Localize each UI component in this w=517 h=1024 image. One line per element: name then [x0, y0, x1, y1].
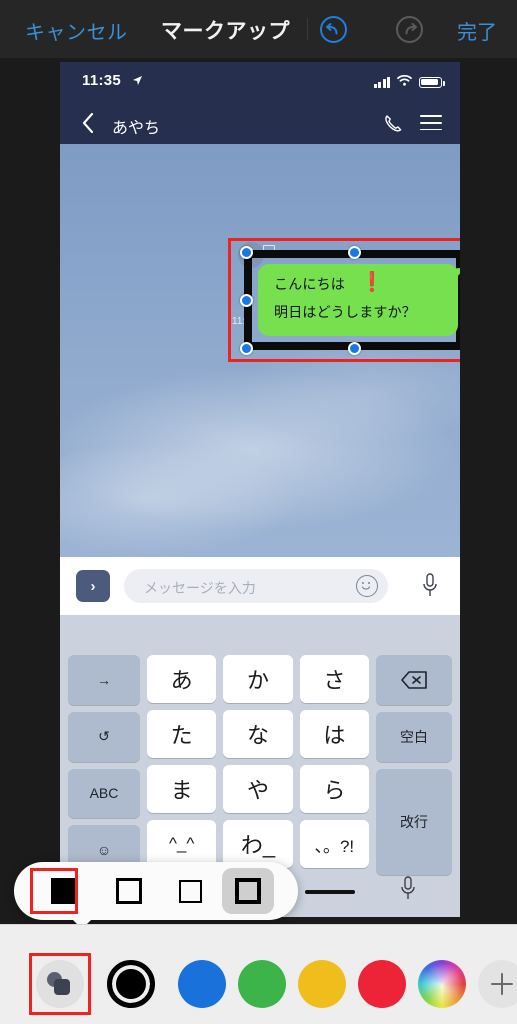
page-title: マークアップ	[161, 20, 290, 43]
cellular-signal-icon	[373, 76, 390, 88]
color-swatch-yellow[interactable]	[298, 960, 346, 1008]
key-ha[interactable]: は	[299, 710, 369, 758]
keyboard-row: ま や ら	[147, 765, 369, 813]
add-color-button[interactable]	[478, 960, 517, 1008]
key-space[interactable]: 空白	[376, 712, 452, 762]
contact-name: あやち	[112, 120, 161, 137]
keyboard-right-column: 空白 改行	[376, 655, 452, 875]
screenshot-canvas[interactable]: 11:35 あやち 11: こんにちは ❗ 明日はどうしますか？ › メッセージ…	[60, 62, 460, 917]
shape-option-outline-square-thick[interactable]	[103, 868, 155, 914]
color-swatch-red[interactable]	[358, 960, 406, 1008]
key-kaomoji[interactable]: ^_^	[147, 820, 217, 868]
key-ra[interactable]: ら	[299, 765, 369, 813]
key-undo[interactable]: ↺	[68, 711, 140, 762]
redo-icon[interactable]	[396, 16, 423, 43]
keyboard-kana-grid: あ か さ た な は ま や ら ^_^ わ_ 、。?!	[147, 655, 369, 875]
keyboard-row: ^_^ わ_ 、。?!	[147, 820, 369, 868]
cancel-button[interactable]: キャンセル	[25, 16, 128, 45]
toolbar-divider	[307, 18, 308, 40]
status-time: 11:35	[82, 72, 122, 89]
line-weight-indicator[interactable]	[305, 890, 355, 894]
key-a[interactable]: あ	[147, 655, 217, 703]
keyboard-row: た な は	[147, 710, 369, 758]
color-toolbar	[0, 924, 517, 1024]
message-input-field[interactable]: メッセージを入力	[124, 569, 388, 603]
key-ya[interactable]: や	[223, 765, 293, 813]
double-square-icon	[235, 878, 261, 904]
chat-message-area: 11: こんにちは ❗ 明日はどうしますか？	[60, 144, 460, 557]
shape-option-outline-square-thin[interactable]	[164, 868, 216, 914]
microphone-icon[interactable]	[400, 876, 416, 907]
chat-nav-bar: あやち	[60, 104, 460, 144]
keyboard-row: あ か さ	[147, 655, 369, 703]
done-button[interactable]: 完了	[457, 16, 497, 45]
key-wa[interactable]: わ_	[223, 820, 293, 868]
shape-option-double-square[interactable]	[222, 868, 274, 914]
key-abc[interactable]: ABC	[68, 768, 140, 819]
key-arrow-right[interactable]: →	[68, 655, 140, 705]
key-enter[interactable]: 改行	[376, 769, 452, 875]
status-indicators	[373, 73, 445, 91]
key-ma[interactable]: ま	[147, 765, 217, 813]
battery-icon	[419, 76, 445, 88]
keyboard-left-column: → ↺ ABC ☺	[68, 655, 140, 875]
outline-square-icon	[116, 878, 142, 904]
plus-icon	[491, 973, 513, 995]
smiley-face-icon[interactable]	[356, 575, 378, 597]
markup-toolbar: キャンセル マークアップ 完了	[0, 0, 517, 58]
key-sa[interactable]: さ	[299, 655, 369, 703]
key-backspace[interactable]	[376, 655, 452, 705]
phone-status-bar: 11:35	[60, 62, 460, 104]
phone-handset-icon[interactable]	[383, 113, 404, 139]
wifi-icon	[397, 73, 412, 91]
message-input-placeholder: メッセージを入力	[144, 580, 256, 596]
color-swatch-black[interactable]	[107, 960, 155, 1008]
key-punctuation[interactable]: 、。?!	[299, 820, 369, 868]
hamburger-menu-icon[interactable]	[420, 115, 442, 135]
outline-square-thin-icon	[178, 879, 202, 903]
color-swatch-blue[interactable]	[178, 960, 226, 1008]
chevron-left-icon[interactable]	[82, 112, 95, 139]
markup-editor-screen: キャンセル マークアップ 完了 11:35 あやち 11: こんにちは ❗ 明日…	[0, 0, 517, 1024]
message-input-bar: › メッセージを入力	[60, 557, 460, 615]
selection-highlight-frame	[228, 238, 460, 362]
popover-highlight-frame	[30, 868, 78, 914]
key-ka[interactable]: か	[223, 655, 293, 703]
undo-icon[interactable]	[320, 16, 347, 43]
style-button-highlight-frame	[29, 953, 91, 1015]
color-wheel-button[interactable]	[418, 960, 466, 1008]
location-arrow-icon	[132, 75, 143, 89]
microphone-icon[interactable]	[422, 573, 438, 604]
color-swatch-green[interactable]	[238, 960, 286, 1008]
key-na[interactable]: な	[223, 710, 293, 758]
key-ta[interactable]: た	[147, 710, 217, 758]
chevron-right-send-icon[interactable]: ›	[76, 570, 110, 602]
